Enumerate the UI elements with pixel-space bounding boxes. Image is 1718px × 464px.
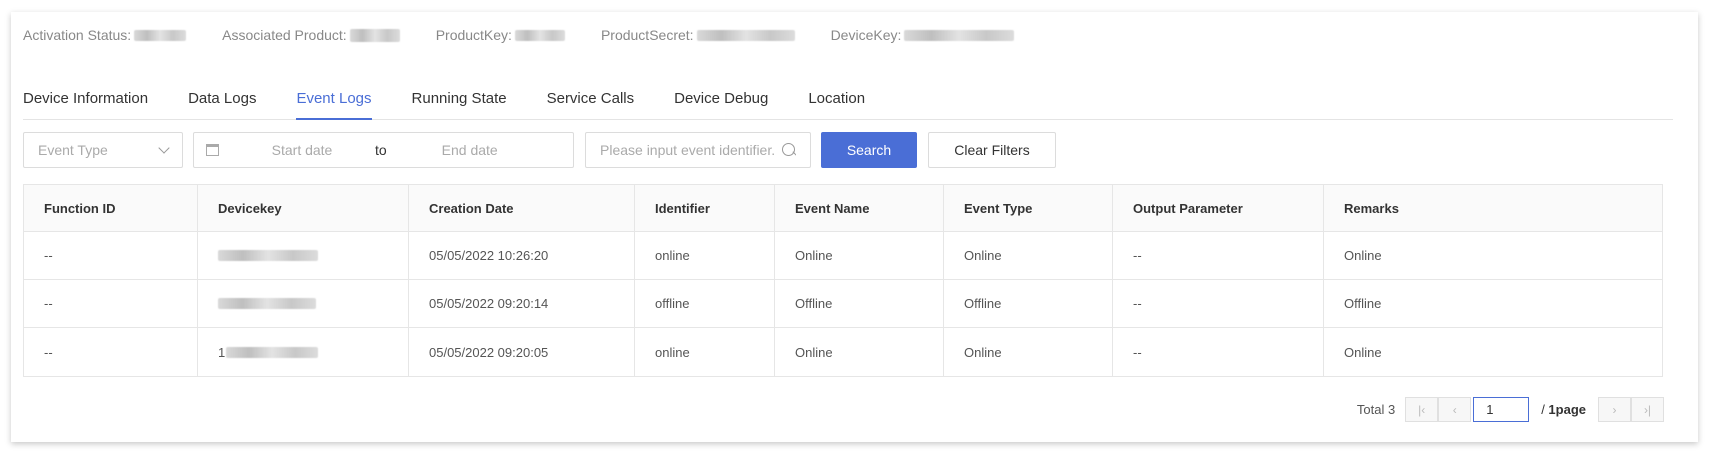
column-header-identifier: Identifier (635, 185, 775, 231)
tab-running-state[interactable]: Running State (412, 90, 507, 120)
cell-event-name: Online (775, 328, 944, 376)
cell-output-parameter: -- (1113, 280, 1324, 327)
detail-tabs: Device Information Data Logs Event Logs … (23, 90, 1673, 120)
column-header-event-type: Event Type (944, 185, 1113, 231)
cell-function-id: -- (24, 328, 198, 376)
event-identifier-search-input[interactable]: Please input event identifier. (585, 132, 811, 168)
table-row[interactable]: -- 1 05/05/2022 09:20:05 online Online O… (24, 328, 1662, 376)
tab-data-logs[interactable]: Data Logs (188, 90, 256, 120)
tab-device-debug[interactable]: Device Debug (674, 90, 768, 120)
devicekey-value-redacted (218, 250, 318, 261)
device-key-label: DeviceKey: (830, 27, 902, 43)
prev-page-icon[interactable]: ‹ (1438, 397, 1472, 422)
product-key-label: ProductKey: (435, 27, 512, 43)
chevron-down-icon (158, 142, 170, 154)
activation-status: Activation Status: (23, 27, 187, 43)
column-header-output-parameter: Output Parameter (1113, 185, 1324, 231)
cell-devicekey (198, 232, 409, 279)
cell-identifier: offline (635, 280, 775, 327)
last-page-icon[interactable]: ›| (1631, 397, 1664, 422)
cell-remarks: Online (1344, 344, 1382, 360)
tab-event-logs[interactable]: Event Logs (296, 90, 372, 120)
search-button[interactable]: Search (821, 132, 917, 168)
event-type-placeholder: Event Type (38, 142, 108, 158)
cell-creation-date: 05/05/2022 10:26:20 (409, 232, 635, 279)
cell-remarks: Online (1344, 248, 1382, 263)
first-page-icon[interactable]: |‹ (1405, 397, 1439, 422)
pagination: Total 3 |‹ ‹ 1 / 1page › ›| (1357, 397, 1664, 422)
filter-bar: Event Type Start date to End date Please… (23, 132, 1056, 168)
associated-product: Associated Product: (222, 27, 400, 43)
associated-product-value-redacted (349, 28, 400, 42)
cell-event-type: Offline (944, 280, 1113, 327)
device-info-row: Activation Status: Associated Product: P… (23, 27, 1050, 43)
product-key: ProductKey: (436, 27, 565, 43)
cell-event-type: Online (944, 232, 1113, 279)
cell-devicekey (198, 280, 409, 327)
cell-event-name: Online (775, 232, 944, 279)
device-key-value-redacted (904, 29, 1015, 41)
cell-creation-date: 05/05/2022 09:20:05 (409, 328, 635, 376)
start-date-input[interactable]: Start date (257, 142, 347, 158)
page-number-input[interactable]: 1 (1473, 397, 1530, 422)
cell-event-type: Online (944, 328, 1113, 376)
column-header-function-id: Function ID (24, 185, 198, 231)
table-row[interactable]: -- 05/05/2022 09:20:14 offline Offline O… (24, 280, 1662, 328)
cell-function-id: -- (24, 280, 198, 327)
devicekey-prefix: 1 (218, 344, 226, 360)
product-key-value-redacted (514, 29, 565, 41)
column-header-event-name: Event Name (775, 185, 944, 231)
pagination-total: Total 3 (1356, 402, 1396, 417)
column-header-remarks: Remarks (1324, 185, 1662, 231)
cell-creation-date: 05/05/2022 09:20:14 (409, 280, 635, 327)
cell-identifier: online (635, 232, 775, 279)
page-count: / 1page (1541, 402, 1586, 417)
product-secret-value-redacted (696, 29, 795, 41)
cell-identifier: online (635, 328, 775, 376)
cell-output-parameter: -- (1113, 328, 1324, 376)
product-secret: ProductSecret: (601, 27, 795, 43)
devicekey-value-redacted (226, 346, 319, 358)
event-type-select[interactable]: Event Type (23, 132, 183, 168)
column-header-creation-date: Creation Date (409, 185, 635, 231)
clear-filters-button[interactable]: Clear Filters (928, 132, 1056, 168)
cell-devicekey: 1 (198, 328, 409, 376)
search-icon[interactable] (782, 143, 796, 157)
devicekey-value-redacted (218, 298, 316, 309)
device-detail-card: Activation Status: Associated Product: P… (11, 12, 1698, 442)
date-range-picker[interactable]: Start date to End date (193, 132, 574, 168)
cell-function-id: -- (24, 232, 198, 279)
next-page-icon[interactable]: › (1598, 397, 1631, 422)
activation-status-value-redacted (134, 29, 187, 41)
calendar-icon (206, 144, 219, 156)
cell-output-parameter: -- (1113, 232, 1324, 279)
associated-product-label: Associated Product: (222, 27, 347, 43)
event-logs-table: Function ID Devicekey Creation Date Iden… (23, 184, 1663, 377)
page-count-value: 1page (1548, 402, 1586, 417)
tab-service-calls[interactable]: Service Calls (547, 90, 635, 120)
event-identifier-placeholder: Please input event identifier. (600, 142, 776, 158)
end-date-input[interactable]: End date (425, 142, 515, 158)
table-header-row: Function ID Devicekey Creation Date Iden… (24, 185, 1662, 232)
activation-status-label: Activation Status: (23, 27, 132, 43)
tab-device-information[interactable]: Device Information (23, 90, 148, 120)
tab-location[interactable]: Location (808, 90, 865, 120)
device-key: DeviceKey: (831, 27, 1015, 43)
cell-remarks: Offline (1344, 296, 1382, 311)
product-secret-label: ProductSecret: (600, 27, 694, 43)
date-range-separator: to (375, 142, 387, 158)
column-header-devicekey: Devicekey (198, 185, 409, 231)
table-row[interactable]: -- 05/05/2022 10:26:20 online Online Onl… (24, 232, 1662, 280)
cell-event-name: Offline (775, 280, 944, 327)
